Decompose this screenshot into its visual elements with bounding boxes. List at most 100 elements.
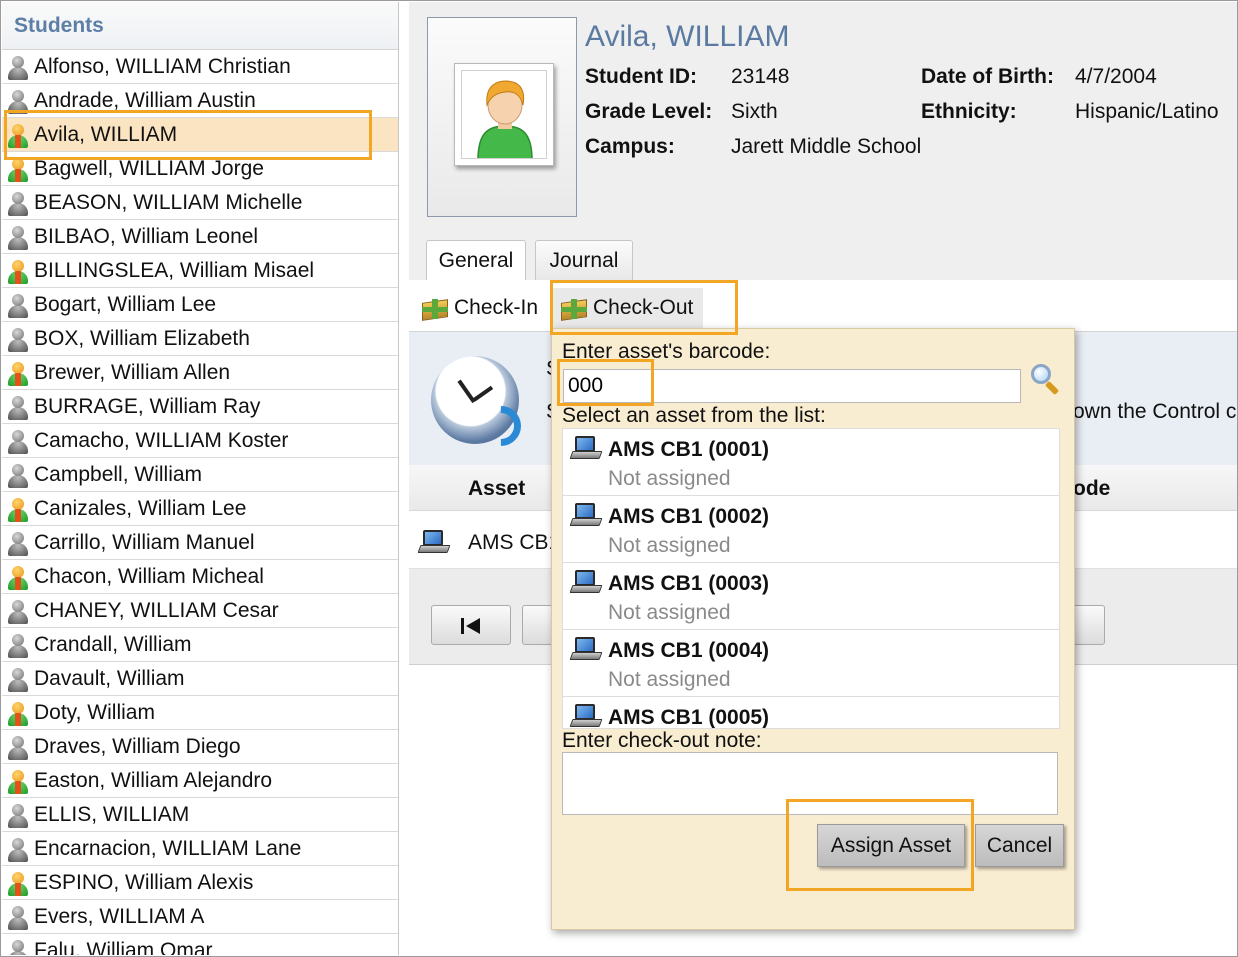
search-icon[interactable]	[1031, 364, 1061, 396]
asset-list-label: Select an asset from the list:	[562, 404, 826, 427]
student-icon	[7, 56, 29, 80]
campus-label: Campus:	[585, 135, 675, 158]
student-photo	[427, 17, 577, 217]
laptop-icon	[569, 704, 603, 728]
asset-name: AMS CB1 (0002)	[608, 505, 770, 528]
list-item[interactable]: Draves, William Diego	[2, 730, 398, 764]
student-name: Evers, WILLIAM A	[34, 905, 205, 928]
tab-general[interactable]: General	[426, 240, 526, 281]
list-item[interactable]: Avila, WILLIAM	[2, 118, 398, 152]
barcode-input[interactable]	[563, 369, 1021, 403]
list-item[interactable]: BILBAO, William Leonel	[2, 220, 398, 254]
list-item[interactable]: Bagwell, WILLIAM Jorge	[2, 152, 398, 186]
students-sidebar: Students Alfonso, WILLIAM Christian Andra…	[2, 2, 399, 955]
package-icon	[561, 295, 587, 321]
student-name: Easton, William Alejandro	[34, 769, 273, 792]
list-item[interactable]: Bogart, William Lee	[2, 288, 398, 322]
list-item[interactable]: ESPINO, William Alexis	[2, 866, 398, 900]
student-icon	[7, 906, 29, 930]
assign-asset-button[interactable]: Assign Asset	[817, 824, 965, 867]
package-icon	[422, 295, 448, 321]
first-page-icon	[461, 618, 480, 634]
asset-status: Not assigned	[608, 601, 731, 624]
check-in-label: Check-In	[454, 296, 539, 319]
student-icon	[7, 260, 29, 284]
list-item[interactable]: BOX, William Elizabeth	[2, 322, 398, 356]
ethnicity-label: Ethnicity:	[921, 100, 1017, 123]
student-id-label: Student ID:	[585, 65, 697, 88]
list-item[interactable]: Davault, William	[2, 662, 398, 696]
check-in-button[interactable]: Check-In	[414, 288, 549, 328]
asset-name: AMS CB1 (0004)	[608, 639, 770, 662]
asset-list-item[interactable]: AMS CB1 (0003) Not assigned	[563, 563, 1059, 630]
student-icon	[7, 668, 29, 692]
list-item[interactable]: Canizales, William Lee	[2, 492, 398, 526]
checkout-note-field[interactable]	[562, 752, 1058, 815]
student-name: Carrillo, William Manuel	[34, 531, 255, 554]
list-item[interactable]: Easton, William Alejandro	[2, 764, 398, 798]
asset-list[interactable]: AMS CB1 (0001) Not assigned AMS CB1 (0002)…	[562, 428, 1060, 729]
asset-list-item[interactable]: AMS CB1 (0004) Not assigned	[563, 630, 1059, 697]
first-page-button[interactable]	[431, 605, 511, 645]
student-name-heading: Avila, WILLIAM	[585, 20, 790, 53]
tab-journal[interactable]: Journal	[535, 240, 633, 280]
student-icon	[7, 192, 29, 216]
sidebar-title: Students	[2, 2, 398, 50]
student-name: BILBAO, William Leonel	[34, 225, 259, 248]
asset-cell: AMS CB1	[468, 531, 561, 554]
student-icon	[7, 940, 29, 955]
laptop-icon	[569, 637, 603, 661]
list-item[interactable]: ELLIS, WILLIAM	[2, 798, 398, 832]
list-item[interactable]: Andrade, William Austin	[2, 84, 398, 118]
laptop-icon	[569, 436, 603, 460]
student-name: Bogart, William Lee	[34, 293, 217, 316]
clock-sync-icon	[431, 356, 530, 455]
laptop-icon	[569, 570, 603, 594]
student-icon	[7, 90, 29, 114]
cancel-button[interactable]: Cancel	[975, 824, 1064, 867]
list-item[interactable]: BEASON, WILLIAM Michelle	[2, 186, 398, 220]
list-item[interactable]: Falu, William Omar	[2, 934, 398, 955]
list-item[interactable]: BILLINGSLEA, William Misael	[2, 254, 398, 288]
student-name: BURRAGE, William Ray	[34, 395, 261, 418]
student-icon	[7, 532, 29, 556]
student-icon	[7, 294, 29, 318]
asset-status: Not assigned	[608, 467, 731, 490]
dob-label: Date of Birth:	[921, 65, 1054, 88]
list-item[interactable]: CHANEY, WILLIAM Cesar	[2, 594, 398, 628]
student-name: ELLIS, WILLIAM	[34, 803, 190, 826]
asset-list-item[interactable]: AMS CB1 (0001) Not assigned	[563, 429, 1059, 496]
asset-column-header: Asset	[468, 477, 526, 500]
student-name: Campbell, William	[34, 463, 203, 486]
checkout-popup: Enter asset's barcode: Select an asset f…	[551, 328, 1075, 930]
list-item[interactable]: Chacon, William Micheal	[2, 560, 398, 594]
list-item[interactable]: Carrillo, William Manuel	[2, 526, 398, 560]
student-name: Chacon, William Micheal	[34, 565, 264, 588]
list-item[interactable]: Evers, WILLIAM A	[2, 900, 398, 934]
code-column-header: ode	[1073, 477, 1111, 500]
student-name: Draves, William Diego	[34, 735, 241, 758]
student-icon	[7, 396, 29, 420]
asset-list-item[interactable]: AMS CB1 (0002) Not assigned	[563, 496, 1059, 563]
list-item[interactable]: Alfonso, WILLIAM Christian	[2, 50, 398, 84]
note-label: Enter check-out note:	[562, 729, 762, 752]
list-item[interactable]: Campbell, William	[2, 458, 398, 492]
student-name: ESPINO, William Alexis	[34, 871, 254, 894]
list-item[interactable]: BURRAGE, William Ray	[2, 390, 398, 424]
asset-status: Not assigned	[608, 668, 731, 691]
student-name: BOX, William Elizabeth	[34, 327, 250, 350]
student-icon	[7, 600, 29, 624]
check-out-button[interactable]: Check-Out	[553, 288, 703, 328]
list-item[interactable]: Brewer, William Allen	[2, 356, 398, 390]
student-icon	[7, 430, 29, 454]
list-item[interactable]: Encarnacion, WILLIAM Lane	[2, 832, 398, 866]
asset-status: Not assigned	[608, 534, 731, 557]
student-name: CHANEY, WILLIAM Cesar	[34, 599, 279, 622]
student-name: Bagwell, WILLIAM Jorge	[34, 157, 264, 180]
info-text-fragment: own the Control c	[1073, 400, 1237, 423]
barcode-label: Enter asset's barcode:	[562, 340, 771, 363]
asset-list-item[interactable]: AMS CB1 (0005)	[563, 697, 1059, 728]
list-item[interactable]: Crandall, William	[2, 628, 398, 662]
list-item[interactable]: Doty, William	[2, 696, 398, 730]
list-item[interactable]: Camacho, WILLIAM Koster	[2, 424, 398, 458]
